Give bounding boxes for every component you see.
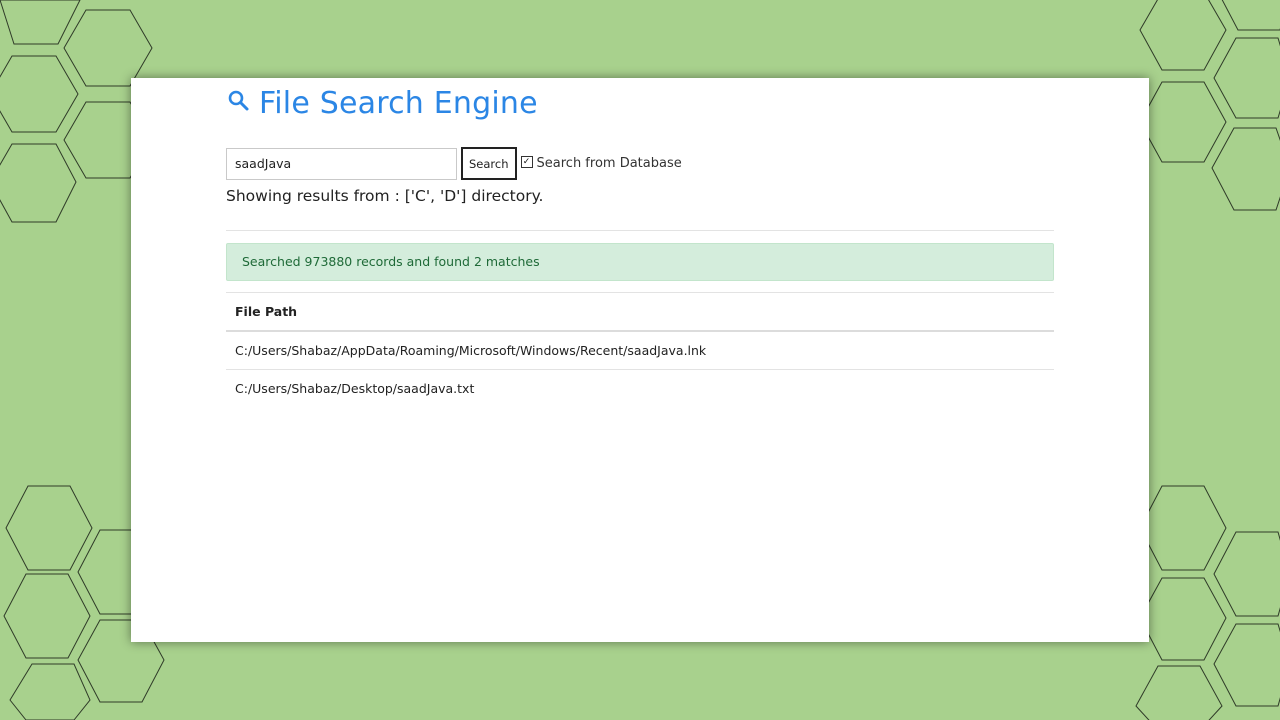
table-row: C:/Users/Shabaz/Desktop/saadJava.txt <box>226 370 1054 408</box>
column-header-file-path: File Path <box>226 292 1054 332</box>
checkbox-label: Search from Database <box>536 156 682 171</box>
checkbox-checked-icon[interactable]: ✓ <box>520 155 533 168</box>
table-header-row: File Path <box>226 292 1054 332</box>
results-summary-alert: Searched 973880 records and found 2 matc… <box>226 243 1054 281</box>
search-input[interactable] <box>226 147 457 180</box>
results-table: File Path C:/Users/Shabaz/AppData/Roamin… <box>226 292 1054 407</box>
results-source-text: Showing results from : ['C', 'D'] direct… <box>226 187 544 205</box>
search-button[interactable]: Search <box>461 147 517 180</box>
page-title: File Search Engine <box>259 86 538 121</box>
table-row: C:/Users/Shabaz/AppData/Roaming/Microsof… <box>226 331 1054 370</box>
main-card: File Search Engine Search ✓ Search from … <box>131 78 1149 642</box>
search-icon <box>228 90 249 110</box>
search-bar: Search ✓ Search from Database <box>226 147 682 180</box>
file-path-cell[interactable]: C:/Users/Shabaz/Desktop/saadJava.txt <box>226 370 1054 408</box>
search-from-database-toggle[interactable]: ✓ Search from Database <box>520 155 682 171</box>
page-header: File Search Engine <box>227 86 538 121</box>
divider <box>226 230 1054 231</box>
file-path-cell[interactable]: C:/Users/Shabaz/AppData/Roaming/Microsof… <box>226 331 1054 370</box>
